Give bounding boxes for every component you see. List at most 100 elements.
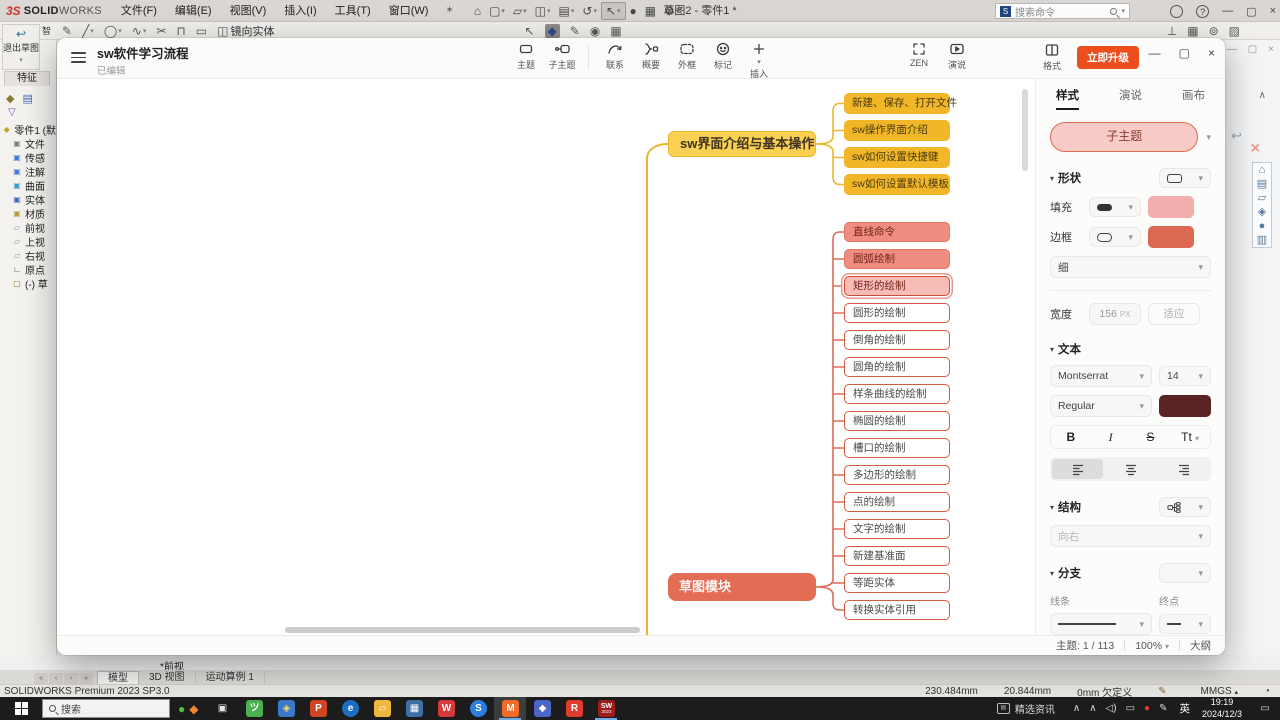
font-family-select[interactable]: Montserrat ▾ xyxy=(1050,365,1152,387)
align-left-button[interactable] xyxy=(1052,459,1103,479)
subtopic-red-2[interactable]: 矩形的绘制 xyxy=(844,276,950,296)
action-center-icon[interactable]: ▭ xyxy=(1250,703,1280,714)
dim-tool-icon[interactable]: ✎ xyxy=(570,24,580,38)
close-button[interactable]: × xyxy=(1270,5,1276,17)
subtopic-red-3[interactable]: 圆形的绘制 xyxy=(844,303,950,323)
app-blue[interactable]: ◆ xyxy=(526,697,558,720)
task-view-button[interactable]: ▣ xyxy=(206,697,238,720)
insert-button[interactable]: ▾ 插入 xyxy=(745,41,773,80)
doc-restore-icon[interactable]: ▢ xyxy=(1248,44,1257,55)
pin-icon[interactable]: ✶ xyxy=(437,5,461,16)
subtopic-red-13[interactable]: 等距实体 xyxy=(844,573,950,593)
subtopic-yellow-0[interactable]: 新建、保存、打开文件 xyxy=(844,93,957,114)
tab-presentation[interactable]: 演说 xyxy=(1119,87,1142,110)
summary-button[interactable]: 概要 xyxy=(637,41,665,71)
marker-button[interactable]: 标记 xyxy=(709,41,737,71)
sketch-active-icon[interactable]: ◆ xyxy=(544,23,560,38)
align-center-button[interactable] xyxy=(1105,459,1156,479)
undo-button[interactable]: ↺ ▾ xyxy=(578,3,601,19)
taskbar-search[interactable]: 搜索 xyxy=(42,699,170,718)
tree-item-3[interactable]: ▣ 注解 xyxy=(0,164,56,179)
new-button[interactable]: ▢ ▾ xyxy=(485,3,509,19)
trafficlight-button[interactable]: ● xyxy=(626,3,641,19)
chevron-down-icon[interactable]: ▾ xyxy=(1206,132,1211,143)
subtopic-red-7[interactable]: 椭圆的绘制 xyxy=(844,411,950,431)
input-language[interactable]: 英 xyxy=(1175,701,1194,716)
tree-item-0[interactable]: ◆ 零件1 (默 xyxy=(0,122,56,137)
tree-display-icon[interactable]: ▤ xyxy=(22,92,32,105)
subtopic-yellow-2[interactable]: sw如何设置快捷键 xyxy=(844,147,950,168)
search-icon[interactable] xyxy=(1110,7,1118,15)
command-search[interactable]: S 搜索命令 ▾ xyxy=(995,3,1130,19)
circle-tool-icon[interactable]: ◯ ▾ xyxy=(104,24,122,38)
topic-sw-interface[interactable]: sw界面介绍与基本操作 xyxy=(668,131,816,157)
taskbar-clock[interactable]: 19:19 2024/12/3 xyxy=(1194,697,1250,720)
app-solidworks[interactable]: SW 2023 xyxy=(590,697,622,720)
tree-item-5[interactable]: ▣ 实体 xyxy=(0,192,56,207)
minimize-button[interactable]: — xyxy=(1222,5,1233,17)
horizontal-scrollbar[interactable] xyxy=(285,627,640,633)
tree-item-1[interactable]: ▣ 文件 xyxy=(0,136,56,151)
menu-item-5[interactable]: 窗口(W) xyxy=(380,0,438,22)
subtopic-red-8[interactable]: 槽口的绘制 xyxy=(844,438,950,458)
pattern-icon[interactable]: ▦ xyxy=(1187,24,1198,38)
app-compass[interactable]: ◈ xyxy=(270,697,302,720)
upgrade-button[interactable]: 立即升级 xyxy=(1077,46,1139,69)
tab-features[interactable]: 特征 xyxy=(4,71,50,86)
subtopic-button[interactable]: 子主题 xyxy=(548,41,576,71)
section-view-icon[interactable]: ▨ xyxy=(1229,24,1240,38)
fill-type-select[interactable]: ▾ xyxy=(1089,197,1141,217)
tab-nav-arrow-0[interactable]: « xyxy=(34,673,48,684)
save-button[interactable]: ◫ ▾ xyxy=(531,3,555,19)
display-cast-icon[interactable]: ▭ xyxy=(1126,703,1135,714)
tab-motion-study[interactable]: 运动算例 1 xyxy=(196,671,265,684)
text-case-button[interactable]: Tt ▾ xyxy=(1170,426,1210,448)
hidden-icons2-icon[interactable]: ∧ xyxy=(1089,703,1096,714)
tab-canvas[interactable]: 画布 xyxy=(1182,87,1205,110)
relationship-button[interactable]: 联系 xyxy=(601,41,629,71)
menu-item-2[interactable]: 视图(V) xyxy=(221,0,276,22)
font-size-select[interactable]: 14 ▾ xyxy=(1159,366,1211,386)
mirror-tool-icon[interactable]: ◫ xyxy=(217,24,228,38)
vertical-scrollbar[interactable] xyxy=(1022,89,1028,171)
tree-item-7[interactable]: ▱ 前视 xyxy=(0,220,56,235)
print-button[interactable]: ▤ ▾ xyxy=(555,3,579,19)
subtopic-red-5[interactable]: 圆角的绘制 xyxy=(844,357,950,377)
mindmap-maximize-button[interactable]: ▢ xyxy=(1179,46,1190,60)
person-tool-icon[interactable]: ◉ xyxy=(590,24,600,38)
status-units[interactable]: MMGS ▴ xyxy=(1201,686,1238,697)
direction-select[interactable]: 向右 ▾ xyxy=(1050,525,1211,547)
tab-model[interactable]: 模型 xyxy=(97,671,139,684)
news-widget[interactable]: ▤ 精选资讯 xyxy=(987,701,1065,716)
subtopic-yellow-3[interactable]: sw如何设置默认模板 xyxy=(844,174,950,195)
zoom-control[interactable]: 100% ▾ xyxy=(1135,640,1169,652)
app-powerpoint[interactable]: P xyxy=(302,697,334,720)
strikethrough-button[interactable]: S xyxy=(1131,426,1171,448)
tree-item-2[interactable]: ▣ 传感 xyxy=(0,150,56,165)
app-mindmap[interactable]: M xyxy=(494,697,527,720)
widget-green-icon[interactable]: ● xyxy=(178,702,185,716)
volume-icon[interactable]: ◁) xyxy=(1106,703,1117,714)
subtopic-red-1[interactable]: 圆弧绘制 xyxy=(844,249,950,269)
font-weight-select[interactable]: Regular ▾ xyxy=(1050,395,1152,417)
subtopic-yellow-1[interactable]: sw操作界面介绍 xyxy=(844,120,950,141)
format-button[interactable]: 格式 xyxy=(1043,42,1061,72)
perpendicular-icon[interactable]: ⊥ xyxy=(1167,24,1177,38)
convert-tool-icon[interactable]: ⊓ xyxy=(176,24,185,38)
subtopic-style-preview[interactable]: 子主题 xyxy=(1050,122,1199,152)
tree-item-8[interactable]: ▱ 上视 xyxy=(0,234,56,249)
endpoint-select[interactable]: ▾ xyxy=(1159,614,1211,634)
subtopic-red-0[interactable]: 直线命令 xyxy=(844,222,950,242)
cancel-sketch-icon[interactable]: × xyxy=(1251,140,1260,158)
app-wps[interactable]: W xyxy=(430,697,462,720)
home-button[interactable]: ⌂ xyxy=(470,3,485,19)
tab-3d-views[interactable]: 3D 视图 xyxy=(139,671,196,684)
start-button[interactable] xyxy=(0,697,42,720)
record-icon[interactable]: ● xyxy=(1144,703,1150,714)
taskpane-home-icon[interactable]: ⌂ xyxy=(1259,163,1266,177)
fill-color-swatch[interactable] xyxy=(1148,196,1194,218)
tab-nav-arrow-1[interactable]: ‹ xyxy=(49,673,63,684)
subtopic-red-4[interactable]: 倒角的绘制 xyxy=(844,330,950,350)
tab-nav-arrow-2[interactable]: › xyxy=(64,673,78,684)
app-s-blue[interactable]: S xyxy=(462,697,494,720)
